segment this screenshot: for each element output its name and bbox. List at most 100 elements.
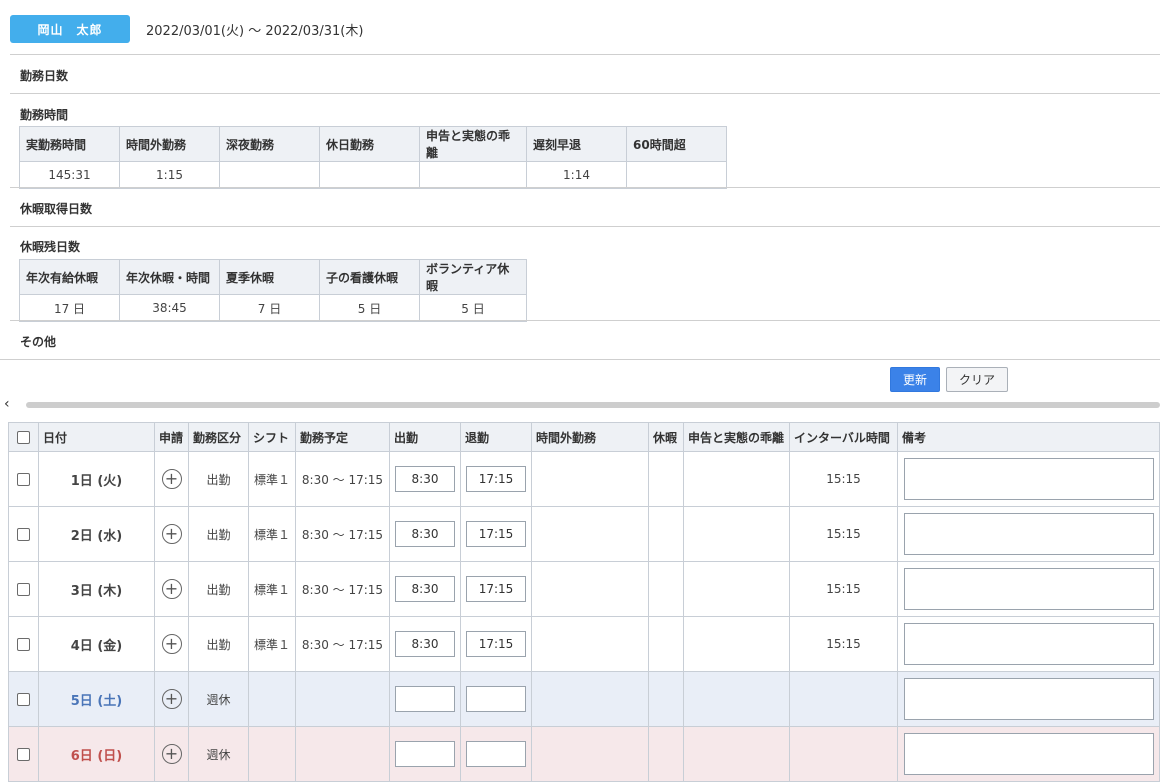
circle-plus-icon[interactable]: + (161, 524, 182, 544)
select-all-checkbox[interactable] (17, 431, 30, 444)
row-checkbox[interactable] (17, 748, 30, 761)
row-select-cell (8, 726, 39, 782)
divider (10, 226, 1160, 227)
remarks-input[interactable] (903, 733, 1154, 775)
clock-out-input[interactable] (466, 631, 526, 657)
planned-cell: 8:30 ～ 17:15 (295, 561, 390, 617)
employee-name-badge[interactable]: 岡山 太郎 (10, 15, 130, 43)
remarks-input[interactable] (903, 513, 1154, 555)
clock-in-cell (389, 506, 461, 562)
clock-in-cell (389, 726, 461, 782)
clock-out-input[interactable] (466, 466, 526, 492)
leave-cell (648, 506, 684, 562)
overtime-cell (531, 561, 649, 617)
header-remarks: 備考 (897, 422, 1160, 452)
overtime-cell (531, 616, 649, 672)
header-over-60: 60時間超 (626, 126, 727, 162)
clock-in-input[interactable] (395, 686, 455, 712)
remarks-input[interactable] (903, 568, 1154, 610)
header-overtime: 時間外勤務 (119, 126, 220, 162)
value-over-60 (626, 161, 727, 189)
section-title-other: その他 (20, 335, 57, 349)
horizontal-scrollbar[interactable] (26, 402, 1160, 408)
table-row: 4日 (金) + 出勤 標準１ 8:30 ～ 17:15 15:15 (8, 616, 1160, 672)
leave-remaining-table: 年次有給休暇 年次休暇・時間 夏季休暇 子の看護休暇 ボランティア休暇 17 日… (19, 259, 527, 322)
clock-in-input[interactable] (395, 576, 455, 602)
header-summer-leave: 夏季休暇 (219, 259, 320, 295)
clock-out-input[interactable] (466, 686, 526, 712)
section-title-work-days: 勤務日数 (20, 69, 69, 83)
header-clock-in: 出勤 (389, 422, 461, 452)
remarks-input[interactable] (903, 678, 1154, 720)
table-row: 3日 (木) + 出勤 標準１ 8:30 ～ 17:15 15:15 (8, 561, 1160, 617)
period-range: 2022/03/01(火) ～ 2022/03/31(木) (146, 23, 364, 39)
divider (10, 54, 1160, 55)
leave-cell (648, 616, 684, 672)
clock-out-input[interactable] (466, 576, 526, 602)
remarks-cell (897, 451, 1160, 507)
value-night-work (219, 161, 320, 189)
shift-cell (248, 671, 296, 727)
leave-cell (648, 561, 684, 617)
row-select-cell (8, 616, 39, 672)
circle-plus-icon[interactable]: + (161, 634, 182, 654)
application-cell: + (154, 726, 189, 782)
clock-out-cell (460, 451, 532, 507)
divider (10, 187, 1160, 188)
clock-in-cell (389, 671, 461, 727)
row-checkbox[interactable] (17, 638, 30, 651)
clock-out-input[interactable] (466, 521, 526, 547)
value-discrepancy (419, 161, 527, 189)
shift-cell: 標準１ (248, 506, 296, 562)
row-checkbox[interactable] (17, 583, 30, 596)
circle-plus-icon[interactable]: + (161, 469, 182, 489)
clock-out-cell (460, 671, 532, 727)
clock-in-input[interactable] (395, 741, 455, 767)
row-checkbox[interactable] (17, 528, 30, 541)
row-checkbox[interactable] (17, 473, 30, 486)
section-title-work-hours: 勤務時間 (20, 108, 69, 122)
shift-cell: 標準１ (248, 451, 296, 507)
table-row: 1日 (火) + 出勤 標準１ 8:30 ～ 17:15 15:15 (8, 451, 1160, 507)
circle-plus-icon[interactable]: + (161, 744, 182, 764)
leave-cell (648, 451, 684, 507)
work-hours-table: 実勤務時間 時間外勤務 深夜勤務 休日勤務 申告と実態の乖離 遅刻早退 60時間… (19, 126, 727, 189)
clock-in-input[interactable] (395, 521, 455, 547)
clock-in-cell (389, 616, 461, 672)
discrepancy-cell (683, 671, 790, 727)
daily-header-row: 日付 申請 勤務区分 シフト 勤務予定 出勤 退勤 時間外勤務 休暇 申告と実態… (8, 422, 1160, 452)
divider (0, 359, 1160, 360)
leave-value-row: 17 日 38:45 7 日 5 日 5 日 (19, 294, 527, 322)
header-late-early: 遅刻早退 (526, 126, 627, 162)
shift-cell (248, 726, 296, 782)
header-volunteer-leave: ボランティア休暇 (419, 259, 527, 295)
value-actual-hours: 145:31 (19, 161, 120, 189)
work-type-cell: 出勤 (188, 451, 249, 507)
planned-cell (295, 671, 390, 727)
clock-out-input[interactable] (466, 741, 526, 767)
section-title-leave-taken: 休暇取得日数 (20, 202, 93, 216)
value-volunteer-leave: 5 日 (419, 294, 527, 322)
date-cell: 6日 (日) (38, 726, 155, 782)
circle-plus-icon[interactable]: + (161, 579, 182, 599)
date-cell: 1日 (火) (38, 451, 155, 507)
clear-button[interactable]: クリア (946, 367, 1008, 392)
remarks-input[interactable] (903, 623, 1154, 665)
header-date: 日付 (38, 422, 155, 452)
value-childcare-leave: 5 日 (319, 294, 420, 322)
interval-cell: 15:15 (789, 561, 898, 617)
chevron-left-icon[interactable]: ‹ (4, 396, 10, 412)
clock-in-input[interactable] (395, 466, 455, 492)
table-row: 2日 (水) + 出勤 標準１ 8:30 ～ 17:15 15:15 (8, 506, 1160, 562)
row-checkbox[interactable] (17, 693, 30, 706)
leave-cell (648, 671, 684, 727)
header-holiday-work: 休日勤務 (319, 126, 420, 162)
remarks-cell (897, 506, 1160, 562)
remarks-input[interactable] (903, 458, 1154, 500)
work-type-cell: 出勤 (188, 616, 249, 672)
header-discrepancy: 申告と実態の乖離 (683, 422, 790, 452)
circle-plus-icon[interactable]: + (161, 689, 182, 709)
discrepancy-cell (683, 616, 790, 672)
clock-in-input[interactable] (395, 631, 455, 657)
update-button[interactable]: 更新 (890, 367, 940, 392)
